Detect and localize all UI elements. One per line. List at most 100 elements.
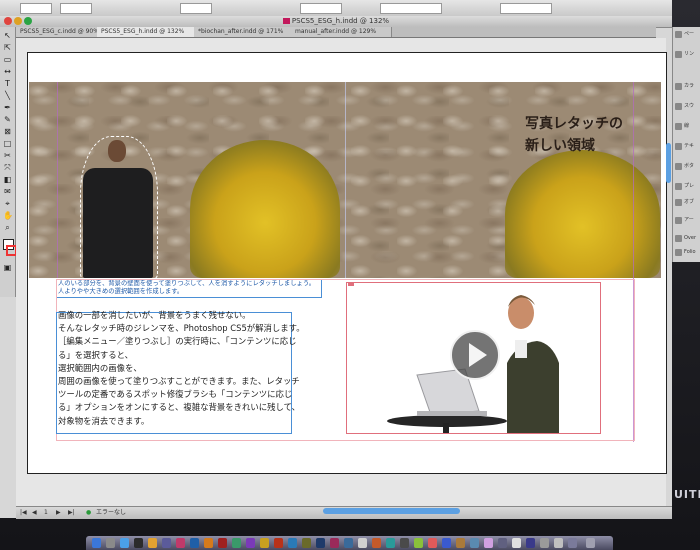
fireworks-icon[interactable] (288, 538, 297, 548)
view-mode-icon[interactable]: ▣ (3, 263, 12, 272)
app-icon[interactable] (512, 538, 521, 548)
app-icon[interactable] (554, 538, 563, 548)
app-icon[interactable] (372, 538, 381, 548)
object-icon (675, 199, 682, 206)
tab-biochan-after[interactable]: *biochan_after.indd @ 171% (194, 27, 295, 37)
stroke-weight-field[interactable] (300, 3, 342, 14)
panel-text-wrap[interactable]: テキ (673, 141, 700, 152)
x-field[interactable] (20, 3, 52, 14)
type-tool-icon[interactable]: T (3, 79, 12, 88)
zoom-tool-icon[interactable]: ⌕ (3, 223, 12, 232)
app-icon[interactable] (470, 538, 479, 548)
app-icon[interactable] (484, 538, 493, 548)
panel-folio[interactable]: Folio (673, 247, 700, 258)
prev-page-icon[interactable]: ◀ (32, 507, 37, 519)
monitor-brand-text: UITE (674, 488, 700, 501)
next-page-icon[interactable]: ▶ (56, 507, 61, 519)
width-field[interactable] (180, 3, 212, 14)
app-icon[interactable] (358, 538, 367, 548)
app-icon[interactable] (302, 538, 311, 548)
illustrator-icon[interactable] (204, 538, 213, 548)
safari-icon[interactable] (120, 538, 129, 548)
app-icon[interactable] (344, 538, 353, 548)
direct-selection-tool-icon[interactable]: ⇱ (3, 43, 12, 52)
trash-icon[interactable] (586, 538, 595, 548)
panel-buttons[interactable]: ボタ (673, 161, 700, 172)
tab-pscs5-esg-h[interactable]: PSCS5_ESG_h.indd @ 132% (97, 27, 198, 37)
panel-label: オブ (684, 199, 695, 205)
app-icon[interactable] (316, 538, 325, 548)
free-transform-tool-icon[interactable]: ⤧ (3, 163, 12, 172)
app-icon[interactable] (498, 538, 507, 548)
app-icon[interactable] (386, 538, 395, 548)
panel-swatches[interactable]: スウ (673, 101, 700, 112)
panel-preview[interactable]: プレ (673, 181, 700, 192)
horizontal-scrollbar[interactable] (323, 508, 460, 514)
acrobat-icon[interactable] (218, 538, 227, 548)
panel-pages[interactable]: ペー (673, 29, 700, 40)
folio-icon (675, 249, 682, 256)
play-button[interactable] (450, 330, 500, 380)
tab-pscs5-esg-c[interactable]: PSCS5_ESG_c.indd @ 90% (16, 27, 101, 37)
headline[interactable]: 写真レタッチの 新しい領域 (525, 113, 645, 157)
first-page-icon[interactable]: |◀ (20, 507, 27, 519)
pencil-tool-icon[interactable]: ✎ (3, 115, 12, 124)
panel-label: ボタ (684, 163, 695, 169)
app-icon[interactable] (442, 538, 451, 548)
y-field[interactable] (60, 3, 92, 14)
pen-tool-icon[interactable]: ✒ (3, 103, 12, 112)
scissors-tool-icon[interactable]: ✂ (3, 151, 12, 160)
dreamweaver-icon[interactable] (232, 538, 241, 548)
gap-tool-icon[interactable]: ↔ (3, 67, 12, 76)
hand-tool-icon[interactable]: ✋ (3, 211, 13, 220)
bridge-icon[interactable] (260, 538, 269, 548)
app-icon[interactable] (428, 538, 437, 548)
style-field[interactable] (500, 3, 552, 14)
rectangle-frame-tool-icon[interactable]: ⊠ (3, 127, 12, 136)
app-icon[interactable] (414, 538, 423, 548)
line-tool-icon[interactable]: ╲ (3, 91, 12, 100)
firefox-icon[interactable] (148, 538, 157, 548)
selection-marquee[interactable] (80, 136, 158, 280)
panel-overset[interactable]: Over (673, 233, 700, 244)
flash-icon[interactable] (274, 538, 283, 548)
page-number-field[interactable]: 1 (44, 507, 48, 519)
app-icon[interactable] (400, 538, 409, 548)
panel-stroke[interactable]: 線 (673, 121, 700, 132)
page-tool-icon[interactable]: ▭ (3, 55, 12, 64)
yellow-shrub-right (505, 150, 660, 278)
presenter-collar (515, 340, 527, 358)
vertical-scrollbar[interactable] (666, 143, 671, 183)
finder-icon[interactable] (92, 538, 101, 548)
panel-color[interactable]: カラ (673, 81, 700, 92)
preflight-status-icon[interactable]: ● (86, 507, 91, 519)
opacity-field[interactable] (380, 3, 442, 14)
premiere-icon[interactable] (246, 538, 255, 548)
body-line: ツールの定番であるスポット修復ブラシも「コンテンツに応じ (58, 389, 293, 400)
panels-dock: ペー リン カラ スウ 線 テキ ボタ プレ オブ アー Over Folio (672, 27, 700, 262)
system-preferences-icon[interactable] (106, 538, 115, 548)
panel-object[interactable]: オブ (673, 197, 700, 208)
indesign-icon[interactable] (176, 538, 185, 548)
panel-articles[interactable]: アー (673, 215, 700, 226)
body-line: そんなレタッチ時のジレンマを、Photoshop CS5が解消します。 (58, 323, 305, 334)
last-page-icon[interactable]: ▶| (68, 507, 75, 519)
selection-tool-icon[interactable]: ↖ (3, 31, 12, 40)
app-icon[interactable] (456, 538, 465, 548)
note-tool-icon[interactable]: ✉ (3, 187, 12, 196)
tab-manual-after[interactable]: manual_after.indd @ 129% (291, 27, 392, 37)
gradient-tool-icon[interactable]: ◧ (3, 175, 12, 184)
documents-stack-icon[interactable] (568, 538, 577, 548)
panel-links[interactable]: リン (673, 49, 700, 60)
body-line: 対象物を消去できます。 (58, 415, 150, 426)
app-icon[interactable] (330, 538, 339, 548)
photoshop-icon[interactable] (190, 538, 199, 548)
terminal-icon[interactable] (134, 538, 143, 548)
app-icon[interactable] (162, 538, 171, 548)
body-line: る」オプションをオンにすると、複雑な背景をきれいに残して、 (58, 402, 300, 413)
rectangle-tool-icon[interactable]: □ (3, 139, 12, 148)
control-panel (0, 0, 672, 17)
app-icon[interactable] (526, 538, 535, 548)
app-icon[interactable] (540, 538, 549, 548)
eyedropper-tool-icon[interactable]: ⌖ (3, 199, 12, 208)
